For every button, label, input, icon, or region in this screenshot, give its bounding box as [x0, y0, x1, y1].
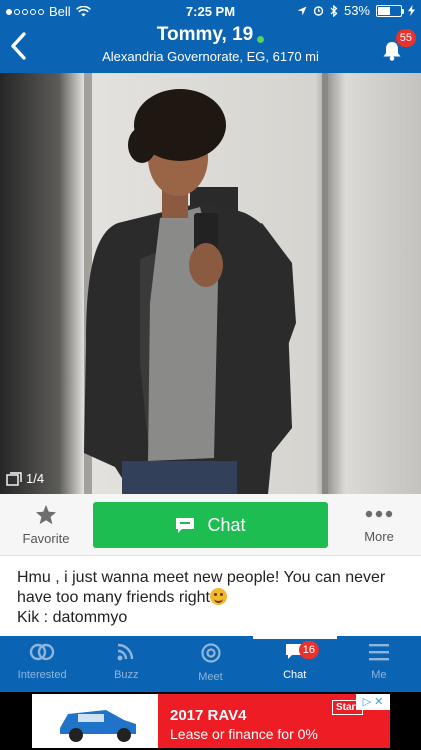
profile-name: Tommy, 19: [156, 24, 254, 45]
star-icon: [35, 504, 57, 525]
hugging-emoji-icon: [210, 588, 227, 605]
battery-percent: 53%: [343, 3, 370, 18]
ad-text: 2017 RAV4 Lease or finance for 0%: [170, 707, 318, 742]
profile-location: Alexandria Governorate, EG, 6170 mi: [102, 49, 319, 64]
photo-counter-text: 1/4: [26, 471, 45, 486]
profile-photo-image: [0, 73, 421, 494]
bio-text: Hmu , i just wanna meet new people! You …: [17, 569, 386, 606]
meet-icon: [200, 643, 221, 663]
menu-icon: [368, 644, 389, 661]
notification-badge: 55: [395, 29, 416, 47]
chat-bubble-icon: [176, 517, 195, 533]
battery-icon: [376, 4, 404, 17]
ad-close-icon[interactable]: ▷ ✕: [356, 694, 390, 710]
ad-title: 2017 RAV4: [170, 707, 247, 724]
photo-counter: 1/4: [6, 471, 44, 486]
alarm-icon: [313, 6, 324, 16]
header-bar: Bell 7:25 PM 53% Tommy, 19 Alexandria Go…: [0, 0, 421, 73]
buzz-icon: [117, 643, 134, 661]
more-button[interactable]: More: [349, 506, 409, 544]
status-right: 53%: [297, 3, 415, 18]
tab-meet-label: Meet: [198, 671, 223, 683]
profile-bio: Hmu , i just wanna meet new people! You …: [17, 568, 407, 628]
profile-photo[interactable]: [0, 73, 421, 494]
favorite-label: Favorite: [22, 531, 70, 546]
chat-button[interactable]: Chat: [93, 502, 328, 548]
location-arrow-icon: [297, 6, 307, 15]
interested-icon: [29, 643, 55, 661]
online-indicator: [257, 35, 265, 43]
ad-creative[interactable]: 2017 RAV4 Lease or finance for 0% Start …: [32, 694, 390, 748]
tab-interested-label: Interested: [17, 669, 67, 681]
chat-tab-badge: 16: [298, 641, 319, 659]
chat-button-label: Chat: [207, 514, 246, 535]
tab-chat-label: Chat: [283, 669, 307, 681]
ad-banner[interactable]: 2017 RAV4 Lease or finance for 0% Start …: [0, 692, 421, 750]
more-label: More: [364, 529, 394, 544]
profile-title: Tommy, 19 Alexandria Governorate, EG, 61…: [0, 24, 421, 64]
tab-me-label: Me: [371, 669, 387, 681]
bio-kik: Kik : datommyo: [17, 609, 128, 626]
ad-car-image: [32, 694, 158, 748]
bluetooth-icon: [330, 4, 338, 17]
tab-chat[interactable]: 16 Chat: [252, 636, 338, 692]
status-bar: Bell 7:25 PM 53%: [0, 0, 421, 22]
charging-icon: [408, 5, 415, 16]
tab-buzz[interactable]: Buzz: [84, 636, 168, 692]
ad-subtitle: Lease or finance for 0%: [170, 726, 318, 742]
tab-interested[interactable]: Interested: [0, 636, 84, 692]
tab-buzz-label: Buzz: [114, 669, 139, 681]
tab-me[interactable]: Me: [337, 636, 421, 692]
photos-icon: [6, 471, 22, 486]
tab-meet[interactable]: Meet: [168, 636, 252, 692]
action-bar: Favorite Chat More: [0, 494, 421, 556]
favorite-button[interactable]: Favorite: [10, 504, 82, 546]
more-dots-icon: [365, 510, 393, 518]
tab-bar: Interested Buzz Meet 16 Chat Me: [0, 636, 421, 692]
